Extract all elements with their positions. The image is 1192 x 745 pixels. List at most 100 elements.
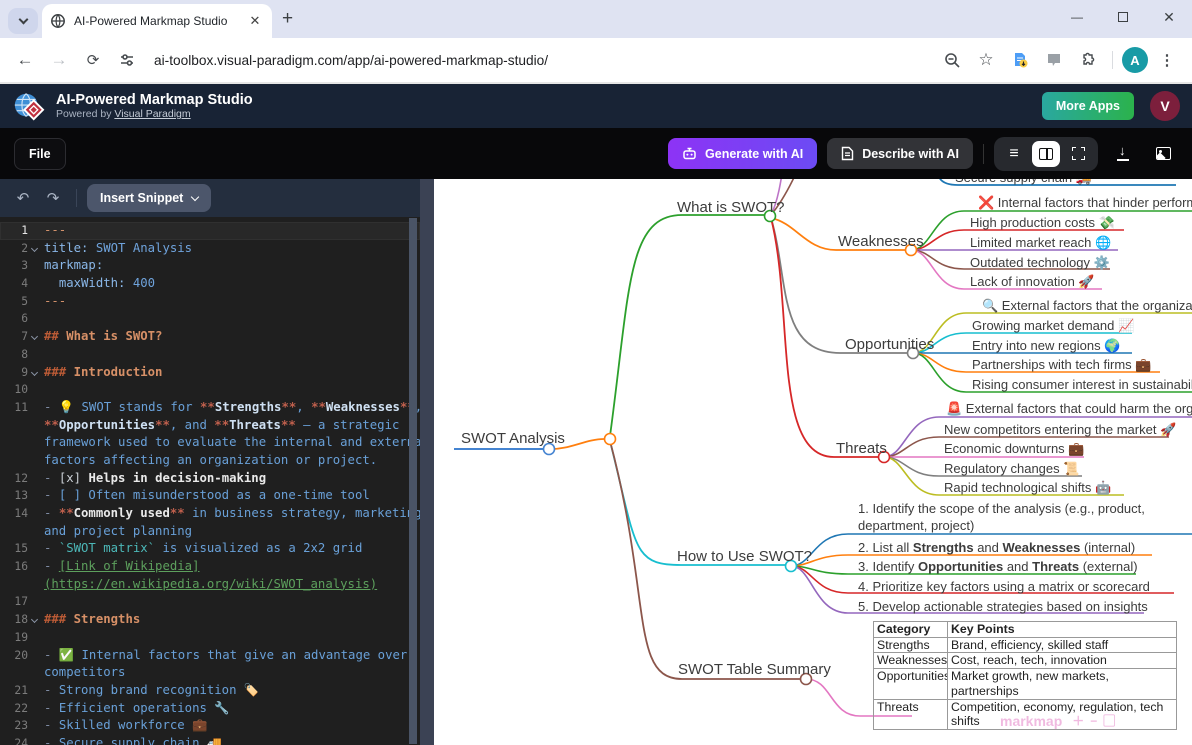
leaf-economic-downturns[interactable]: Economic downturns 💼: [944, 441, 1084, 457]
editor-line-20[interactable]: 20- ✅ Internal factors that give an adva…: [0, 647, 420, 665]
leaf-step-1[interactable]: 1. Identify the scope of the analysis (e…: [858, 500, 1192, 534]
url-bar[interactable]: ai-toolbox.visual-paradigm.com/app/ai-po…: [154, 53, 933, 68]
editor-line-6[interactable]: 6: [0, 310, 420, 328]
node-what-is-swot[interactable]: What is SWOT?: [677, 199, 785, 216]
leaf-partnerships-tech-firms[interactable]: Partnerships with tech firms 💼: [972, 357, 1151, 373]
zoom-out-icon[interactable]: [937, 45, 967, 75]
leaf-rapid-tech-shifts[interactable]: Rapid technological shifts 🤖: [944, 480, 1111, 496]
leaf-entry-new-regions[interactable]: Entry into new regions 🌍: [972, 338, 1120, 354]
editor-line-12[interactable]: 12- [x] Helps in decision-making: [0, 470, 420, 488]
markmap-canvas[interactable]: markmap ＋−▢ CategoryKey PointsStrengthsB…: [434, 179, 1192, 745]
node-opportunities[interactable]: Opportunities: [845, 336, 934, 353]
editor-line-2[interactable]: 2title: SWOT Analysis: [0, 240, 420, 258]
leaf-step-2[interactable]: 2. List all Strengths and Weaknesses (in…: [858, 540, 1135, 555]
leaf-weak-intro[interactable]: ❌ Internal factors that hinder performa: [978, 195, 1192, 211]
editor-line-1[interactable]: 1---: [0, 222, 420, 240]
map-node-circle[interactable]: [605, 434, 616, 445]
editor-line-8[interactable]: 8: [0, 346, 420, 364]
download-button[interactable]: [1108, 139, 1138, 169]
node-threats[interactable]: Threats: [836, 440, 887, 457]
leaf-limited-market-reach[interactable]: Limited market reach 🌐: [970, 235, 1111, 251]
redo-button[interactable]: ↷: [40, 189, 66, 207]
node-weaknesses[interactable]: Weaknesses: [838, 233, 924, 250]
browser-menu-kebab-icon[interactable]: ⋮: [1152, 45, 1182, 75]
window-minimize-button[interactable]: —: [1054, 0, 1100, 34]
editor-line-19[interactable]: 19: [0, 629, 420, 647]
site-settings-icon[interactable]: [112, 45, 142, 75]
user-avatar[interactable]: V: [1150, 91, 1180, 121]
undo-button[interactable]: ↶: [10, 189, 36, 207]
editor-line-14[interactable]: 14- **Commonly used** in business strate…: [0, 505, 420, 523]
editor-line-15[interactable]: 15- `SWOT matrix` is visualized as a 2x2…: [0, 540, 420, 558]
editor-line-7[interactable]: 7## What is SWOT?: [0, 328, 420, 346]
editor-line-18[interactable]: 18### Strengths: [0, 611, 420, 629]
fold-chevron-icon[interactable]: [28, 240, 41, 251]
editor-scrollbar[interactable]: [409, 218, 417, 744]
describe-with-ai-button[interactable]: Describe with AI: [827, 138, 973, 169]
editor-line-9[interactable]: 9### Introduction: [0, 364, 420, 382]
generate-with-ai-button[interactable]: Generate with AI: [668, 138, 817, 169]
reload-button[interactable]: ⟳: [78, 45, 108, 75]
leaf-opp-intro[interactable]: 🔍 External factors that the organizatio: [982, 298, 1192, 314]
leaf-regulatory-changes[interactable]: Regulatory changes 📜: [944, 461, 1079, 477]
editor-line-22[interactable]: 22- Efficient operations 🔧: [0, 700, 420, 718]
node-swot-table-summary[interactable]: SWOT Table Summary: [678, 661, 831, 678]
editor-line-17[interactable]: 17: [0, 593, 420, 611]
window-close-button[interactable]: ✕: [1146, 0, 1192, 34]
leaf-high-production-costs[interactable]: High production costs 💸: [970, 215, 1115, 231]
leaf-new-competitors[interactable]: New competitors entering the market 🚀: [944, 422, 1176, 438]
editor-line-16[interactable]: 16- [Link of Wikipedia]: [0, 558, 420, 576]
editor-line-3[interactable]: 3markmap:: [0, 257, 420, 275]
more-apps-button[interactable]: More Apps: [1042, 92, 1134, 120]
node-how-to-use-swot[interactable]: How to Use SWOT?: [677, 548, 812, 565]
editor-line-10[interactable]: 10: [0, 381, 420, 399]
feedback-flag-icon[interactable]: [1039, 45, 1069, 75]
leaf-step-4[interactable]: 4. Prioritize key factors using a matrix…: [858, 579, 1150, 594]
editor-line-4[interactable]: 4 maxWidth: 400: [0, 275, 420, 293]
editor-line-11[interactable]: 11- 💡 SWOT stands for **Strengths**, **W…: [0, 399, 420, 417]
leaf-rising-consumer-interest[interactable]: Rising consumer interest in sustainabili: [972, 377, 1192, 392]
tab-search-button[interactable]: [8, 8, 38, 34]
leaf-outdated-technology[interactable]: Outdated technology ⚙️: [970, 255, 1110, 271]
editor-line-23[interactable]: 23- Skilled workforce 💼: [0, 717, 420, 735]
insert-snippet-button[interactable]: Insert Snippet: [87, 184, 211, 212]
back-button[interactable]: ←: [10, 45, 40, 75]
forward-button[interactable]: →: [44, 45, 74, 75]
extensions-puzzle-icon[interactable]: [1073, 45, 1103, 75]
visual-paradigm-link[interactable]: Visual Paradigm: [114, 108, 190, 120]
editor-line-wrap-11[interactable]: **Opportunities**, and **Threats** — a s…: [0, 417, 420, 435]
editor-line-24[interactable]: 24- Secure supply chain 🚚: [0, 735, 420, 745]
browser-profile-avatar[interactable]: A: [1122, 47, 1148, 73]
fold-chevron-icon[interactable]: [28, 611, 41, 622]
leaf-threat-intro[interactable]: 🚨 External factors that could harm the o…: [946, 401, 1192, 417]
leaf-growing-market-demand[interactable]: Growing market demand 📈: [972, 318, 1134, 334]
leaf-step-3[interactable]: 3. Identify Opportunities and Threats (e…: [858, 559, 1138, 574]
editor-line-13[interactable]: 13- [ ] Often misunderstood as a one-tim…: [0, 487, 420, 505]
editor-line-wrap-25[interactable]: competitors: [0, 664, 420, 682]
window-maximize-button[interactable]: [1100, 0, 1146, 34]
editor-line-wrap-13[interactable]: factors affecting an organization or pro…: [0, 452, 420, 470]
editor-only-view-button[interactable]: ≡: [1000, 141, 1028, 167]
editor-line-wrap-20[interactable]: (https://en.wikipedia.org/wiki/SWOT_anal…: [0, 576, 420, 594]
fold-chevron-icon[interactable]: [28, 364, 41, 375]
new-tab-button[interactable]: +: [282, 8, 293, 30]
extension-doc-icon[interactable]: [1005, 45, 1035, 75]
export-image-button[interactable]: [1148, 139, 1178, 169]
swot-summary-table[interactable]: CategoryKey PointsStrengthsBrand, effici…: [873, 621, 1177, 730]
bookmark-star-icon[interactable]: ☆: [971, 45, 1001, 75]
file-menu-button[interactable]: File: [14, 138, 66, 170]
editor-line-5[interactable]: 5---: [0, 293, 420, 311]
editor-line-21[interactable]: 21- Strong brand recognition 🏷️: [0, 682, 420, 700]
leaf-secure-supply-chain[interactable]: Secure supply chain 🚚: [955, 179, 1092, 186]
fold-chevron-icon[interactable]: [28, 328, 41, 339]
tab-close-icon[interactable]: ✕: [246, 12, 264, 30]
editor-line-wrap-12[interactable]: framework used to evaluate the internal …: [0, 434, 420, 452]
leaf-lack-of-innovation[interactable]: Lack of innovation 🚀: [970, 274, 1095, 290]
split-view-button[interactable]: [1032, 141, 1060, 167]
browser-tab[interactable]: AI-Powered Markmap Studio ✕: [42, 4, 272, 38]
fullscreen-view-button[interactable]: [1064, 141, 1092, 167]
markdown-editor[interactable]: 1---2title: SWOT Analysis3markmap:4 maxW…: [0, 217, 420, 745]
editor-line-wrap-17[interactable]: and project planning: [0, 523, 420, 541]
node-root[interactable]: SWOT Analysis: [461, 430, 565, 447]
leaf-step-5[interactable]: 5. Develop actionable strategies based o…: [858, 599, 1148, 614]
